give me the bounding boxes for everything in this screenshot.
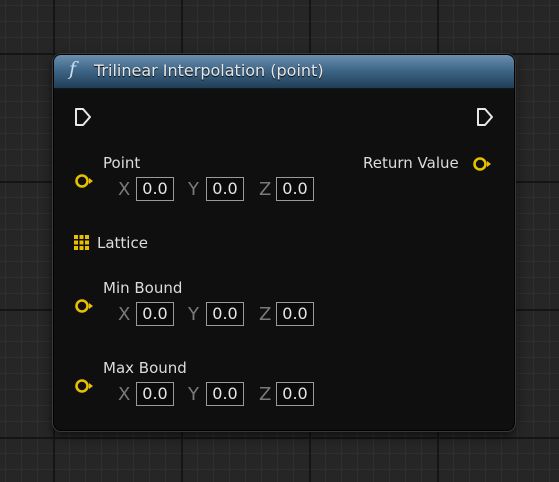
- min-bound-z-input[interactable]: 0.0: [276, 302, 314, 326]
- point-x-label: X: [118, 179, 131, 200]
- min-bound-label: Min Bound: [103, 279, 183, 297]
- min-bound-z-label: Z: [259, 304, 272, 325]
- node-header[interactable]: f Trilinear Interpolation (point): [54, 55, 514, 89]
- return-value-pin-icon[interactable]: [472, 156, 494, 172]
- min-bound-y-input[interactable]: 0.0: [206, 302, 244, 326]
- min-bound-x-input[interactable]: 0.0: [136, 302, 174, 326]
- max-bound-x-label: X: [118, 384, 131, 405]
- max-bound-y-input[interactable]: 0.0: [206, 382, 244, 406]
- point-y-label: Y: [188, 179, 199, 200]
- function-icon: f: [69, 58, 77, 80]
- min-bound-pin-icon[interactable]: [74, 298, 96, 314]
- max-bound-x-input[interactable]: 0.0: [136, 382, 174, 406]
- return-value-label: Return Value: [363, 154, 459, 172]
- function-node[interactable]: f Trilinear Interpolation (point) Point …: [53, 54, 515, 431]
- point-y-input[interactable]: 0.0: [206, 177, 244, 201]
- point-pin-icon[interactable]: [74, 173, 96, 189]
- point-label: Point: [103, 154, 141, 172]
- max-bound-y-label: Y: [188, 384, 199, 405]
- lattice-label: Lattice: [97, 234, 148, 252]
- max-bound-z-input[interactable]: 0.0: [276, 382, 314, 406]
- max-bound-pin-icon[interactable]: [74, 378, 96, 394]
- node-title: Trilinear Interpolation (point): [94, 61, 324, 80]
- point-z-input[interactable]: 0.0: [276, 177, 314, 201]
- point-z-label: Z: [259, 179, 272, 200]
- point-x-input[interactable]: 0.0: [136, 177, 174, 201]
- lattice-grid-icon[interactable]: [74, 235, 89, 250]
- max-bound-z-label: Z: [259, 384, 272, 405]
- min-bound-x-label: X: [118, 304, 131, 325]
- exec-in-icon[interactable]: [74, 107, 92, 127]
- max-bound-label: Max Bound: [103, 359, 187, 377]
- min-bound-y-label: Y: [188, 304, 199, 325]
- exec-out-icon[interactable]: [476, 107, 494, 127]
